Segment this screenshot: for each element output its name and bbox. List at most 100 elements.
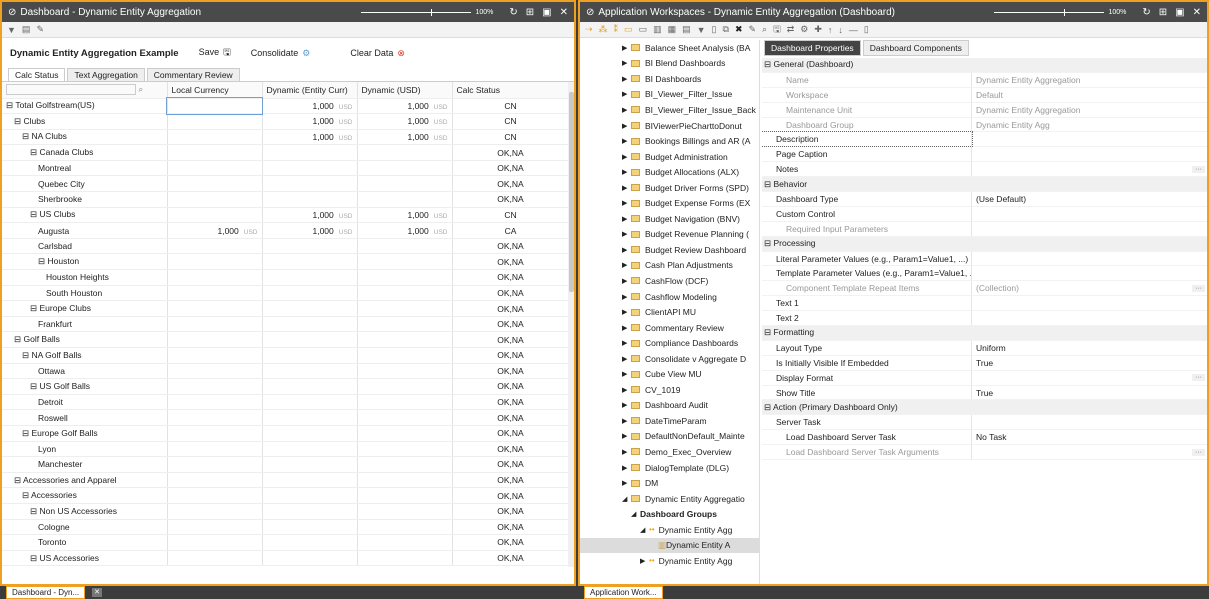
usd-cell[interactable] xyxy=(357,363,453,380)
usd-cell[interactable] xyxy=(357,253,453,271)
tree-item[interactable]: ▶ DialogTemplate (DLG) xyxy=(580,460,759,476)
row-label-cell[interactable]: Carlsbad xyxy=(2,238,168,255)
calc-status-cell[interactable]: OK,NA xyxy=(452,300,570,317)
usd-cell[interactable] xyxy=(357,269,453,286)
expand-arrow-icon[interactable]: ▶ xyxy=(622,199,631,207)
entity-currency-cell[interactable] xyxy=(262,144,358,161)
expand-arrow-icon[interactable]: ▶ xyxy=(622,246,631,254)
refresh-icon[interactable]: ↻ xyxy=(1142,7,1150,18)
property-row[interactable]: Custom Control xyxy=(762,206,1207,222)
expand-arrow-icon[interactable]: ▶ xyxy=(640,557,649,565)
row-label-cell[interactable]: Toronto xyxy=(2,534,168,551)
add-icon[interactable]: ✚ xyxy=(814,24,822,35)
row-label-cell[interactable]: Cologne xyxy=(2,519,168,536)
expand-arrow-icon[interactable]: ▶ xyxy=(622,479,631,487)
calc-status-cell[interactable]: OK,NA xyxy=(452,394,570,411)
calc-status-cell[interactable]: OK,NA xyxy=(452,331,570,348)
expand-arrow-icon[interactable]: ▶ xyxy=(622,464,631,472)
calc-status-cell[interactable]: OK,NA xyxy=(452,534,570,551)
zoom-slider[interactable] xyxy=(361,8,472,16)
collapse-icon[interactable]: ⇢ xyxy=(585,24,593,35)
entity-currency-cell[interactable] xyxy=(262,394,358,411)
calc-status-cell[interactable]: CA xyxy=(452,222,570,239)
filter-icon[interactable]: ▼ xyxy=(7,25,16,35)
tree-item[interactable]: ▶ Budget Driver Forms (SPD) xyxy=(580,180,759,196)
calc-status-cell[interactable]: OK,NA xyxy=(452,519,570,536)
property-category[interactable]: ⊟ Action (Primary Dashboard Only) xyxy=(762,400,1207,416)
entity-currency-cell[interactable] xyxy=(262,456,358,473)
tree-item[interactable]: ▶ Budget Expense Forms (EX xyxy=(580,195,759,211)
tab-dashboard-properties[interactable]: Dashboard Properties xyxy=(764,40,861,56)
usd-cell[interactable]: 1,000 USD xyxy=(357,129,453,146)
expand-arrow-icon[interactable]: ▶ xyxy=(622,168,631,176)
row-label-cell[interactable]: Frankfurt xyxy=(2,316,168,333)
entity-currency-cell[interactable] xyxy=(262,253,358,271)
row-label-cell[interactable]: Montreal xyxy=(2,160,168,177)
calc-status-cell[interactable]: CN xyxy=(452,129,570,146)
row-label-cell[interactable]: ⊟ US Golf Balls xyxy=(2,378,168,395)
expand-arrow-icon[interactable]: ▶ xyxy=(622,153,631,161)
expand-arrow-icon[interactable]: ▶ xyxy=(622,75,631,83)
property-row[interactable]: Text 2 xyxy=(762,311,1207,327)
local-currency-cell[interactable] xyxy=(167,238,263,255)
tree-item[interactable]: ▶ DM xyxy=(580,475,759,491)
tree-item[interactable]: ▶ Commentary Review xyxy=(580,320,759,336)
calc-status-cell[interactable]: OK,NA xyxy=(452,253,570,271)
calc-status-cell[interactable]: OK,NA xyxy=(452,456,570,473)
row-label-cell[interactable]: ⊟ NA Golf Balls xyxy=(2,347,168,364)
local-currency-cell[interactable] xyxy=(167,550,263,567)
entity-currency-cell[interactable] xyxy=(262,316,358,333)
usd-cell[interactable] xyxy=(357,441,453,458)
move-up-icon[interactable]: ↑ xyxy=(828,25,833,35)
calc-status-cell[interactable]: OK,NA xyxy=(452,316,570,333)
expand-arrow-icon[interactable]: ◢ xyxy=(640,526,649,534)
local-currency-cell[interactable] xyxy=(167,144,263,161)
expand-arrow-icon[interactable]: ◢ xyxy=(631,510,640,518)
local-currency-cell[interactable] xyxy=(167,394,263,411)
entity-currency-cell[interactable] xyxy=(262,550,358,567)
entity-currency-cell[interactable] xyxy=(262,175,358,193)
expand-arrow-icon[interactable]: ▶ xyxy=(622,137,631,145)
row-label-cell[interactable]: Manchester xyxy=(2,456,168,473)
entity-currency-cell[interactable]: 1,000 USD xyxy=(262,129,358,146)
entity-currency-cell[interactable] xyxy=(262,534,358,551)
usd-cell[interactable] xyxy=(357,378,453,395)
usd-cell[interactable] xyxy=(357,456,453,473)
usd-cell[interactable] xyxy=(357,191,453,208)
local-currency-cell[interactable] xyxy=(167,503,263,520)
row-label-cell[interactable]: ⊟ Houston xyxy=(2,253,168,271)
tree-item[interactable]: ▥ Dynamic Entity A xyxy=(580,537,759,554)
property-value[interactable]: Dynamic Entity Aggregation xyxy=(972,105,1207,115)
chart-icon[interactable]: ▥ xyxy=(653,24,662,35)
edit-icon[interactable]: ✎ xyxy=(36,24,44,35)
usd-cell[interactable] xyxy=(357,300,453,317)
folder-icon[interactable]: ▭ xyxy=(624,24,633,35)
expand-arrow-icon[interactable]: ▶ xyxy=(622,339,631,347)
property-row[interactable]: Required Input Parameters xyxy=(762,221,1207,237)
calc-status-cell[interactable]: CN xyxy=(452,113,570,130)
row-label-cell[interactable]: Ottawa xyxy=(2,363,168,380)
clear-data-button[interactable]: Clear Data ⊗ xyxy=(350,48,405,59)
row-label-cell[interactable]: Detroit xyxy=(2,394,168,411)
local-currency-cell[interactable] xyxy=(167,253,263,271)
calc-status-cell[interactable]: OK,NA xyxy=(452,441,570,458)
settings-icon[interactable]: ⚙ xyxy=(800,24,808,35)
local-currency-cell[interactable] xyxy=(166,97,263,115)
property-row[interactable]: Name Dynamic Entity Aggregation xyxy=(762,72,1207,88)
expand-arrow-icon[interactable]: ▶ xyxy=(622,324,631,332)
calc-status-cell[interactable]: OK,NA xyxy=(452,175,570,193)
usd-cell[interactable] xyxy=(357,425,453,442)
tree-item[interactable]: ▶ Cashflow Modeling xyxy=(580,289,759,305)
tree-item[interactable]: ▶ Balance Sheet Analysis (BA xyxy=(580,40,759,56)
row-label-cell[interactable]: ⊟ Europe Golf Balls xyxy=(2,425,168,442)
property-value[interactable]: Dynamic Entity Aggregation xyxy=(972,75,1207,85)
filter-icon[interactable]: ▼ xyxy=(697,25,706,35)
tree-item[interactable]: ▶ Budget Allocations (ALX) xyxy=(580,164,759,180)
usd-cell[interactable] xyxy=(357,394,453,411)
calc-status-cell[interactable]: OK,NA xyxy=(452,503,570,520)
layout-icon[interactable]: ▤ xyxy=(22,24,31,35)
tree-icon[interactable]: ⁂ xyxy=(599,24,608,35)
property-row[interactable]: Load Dashboard Server Task Arguments ··· xyxy=(762,445,1207,461)
usd-cell[interactable] xyxy=(357,534,453,551)
row-label-cell[interactable]: ⊟ US Accessories xyxy=(2,550,168,567)
